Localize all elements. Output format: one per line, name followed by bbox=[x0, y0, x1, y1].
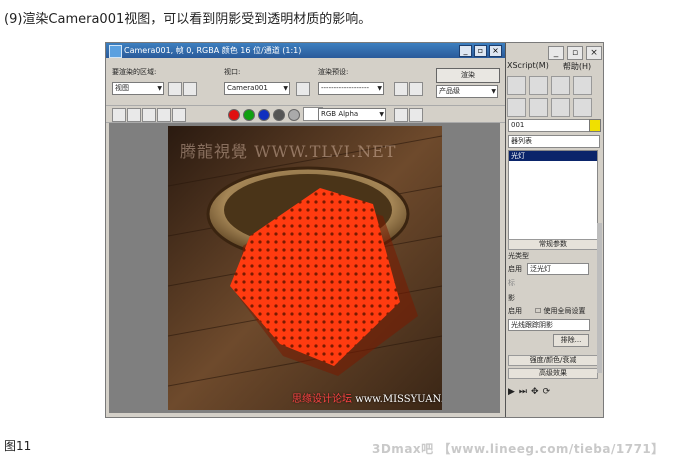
shadow-label: 影 bbox=[508, 294, 515, 302]
max-app-icon bbox=[109, 45, 122, 58]
preset-label: 渲染预设: bbox=[318, 68, 349, 76]
step-caption: (9)渲染Camera001视图，可以看到阴影受到透明材质的影响。 bbox=[4, 12, 372, 27]
clone-icon[interactable] bbox=[142, 108, 156, 122]
copy-icon[interactable] bbox=[127, 108, 141, 122]
play-icon[interactable]: ▶ bbox=[508, 387, 515, 397]
display-tab-icon[interactable] bbox=[573, 98, 592, 117]
footer-credit: 3Dmax吧 【www.lineeg.com/tieba/1771】 bbox=[372, 442, 664, 456]
green-channel-icon[interactable] bbox=[243, 109, 255, 121]
app-window-buttons: _ ▫ × bbox=[548, 46, 602, 60]
light-type-dropdown[interactable]: 泛光灯 bbox=[527, 263, 589, 275]
product-dropdown[interactable]: 产品级 ▼ bbox=[436, 85, 498, 98]
menu-script[interactable]: XScript(M) bbox=[507, 61, 549, 72]
modifier-stack[interactable]: 光灯 bbox=[508, 150, 598, 240]
use-global-label: 使用全局设置 bbox=[543, 307, 586, 315]
exclude-button[interactable]: 排除... bbox=[553, 334, 589, 347]
auto-region-icon[interactable] bbox=[183, 82, 197, 96]
render-frame-window: Camera001, 帧 0, RGBA 颜色 16 位/通道 (1:1) _ … bbox=[106, 43, 506, 417]
rollout-advanced[interactable]: 高级效果 bbox=[508, 368, 598, 379]
modify-tab-icon[interactable] bbox=[529, 98, 548, 117]
clear-icon[interactable] bbox=[172, 108, 186, 122]
modifier-stack-item[interactable]: 光灯 bbox=[509, 151, 597, 161]
preset-dropdown[interactable]: ------------------- ▼ bbox=[318, 82, 384, 95]
render-window-buttons: _ ▫ × bbox=[459, 45, 502, 57]
minimize-icon[interactable]: _ bbox=[548, 46, 564, 60]
lock-icon[interactable] bbox=[296, 82, 310, 96]
environment-icon[interactable] bbox=[409, 82, 423, 96]
next-frame-icon[interactable]: ⏭ bbox=[519, 387, 527, 397]
viewport-label: 视口: bbox=[224, 68, 241, 76]
figure-label: 图11 bbox=[4, 439, 32, 453]
menu-help[interactable]: 帮助(H) bbox=[563, 61, 591, 72]
close-icon[interactable]: × bbox=[489, 45, 502, 57]
channel-dropdown-value: RGB Alpha bbox=[321, 110, 359, 118]
max-screenshot: _ ▫ × XScript(M) 帮助(H) 001 器列表 光灯 常规参数 光… bbox=[105, 42, 604, 418]
area-label: 要渲染的区域: bbox=[112, 68, 157, 76]
quick-render-icon[interactable] bbox=[573, 76, 592, 95]
rendered-scene bbox=[168, 126, 442, 410]
teapot-icon[interactable] bbox=[529, 76, 548, 95]
restore-icon[interactable]: ▫ bbox=[567, 46, 583, 60]
render-setup-icon[interactable] bbox=[551, 76, 570, 95]
area-dropdown-value: 视图 bbox=[115, 84, 129, 92]
rendered-image: 腾龍視覺 WWW.TLVI.NET 思缘设计论坛 www.MISSYUAN.CO… bbox=[168, 126, 442, 410]
blue-channel-icon[interactable] bbox=[258, 109, 270, 121]
area-dropdown[interactable]: 视图 ▼ bbox=[112, 82, 164, 95]
chevron-down-icon: ▼ bbox=[379, 111, 384, 118]
watermark-bottom-url: www.MISSYUAN.COM bbox=[355, 394, 442, 405]
shadow-type-dropdown[interactable]: 光线跟踪阴影 bbox=[508, 319, 590, 331]
nav-controls: ▶ ⏭ ✥ ⟳ bbox=[508, 387, 550, 397]
minimize-icon[interactable]: _ bbox=[459, 45, 472, 57]
print-icon[interactable] bbox=[157, 108, 171, 122]
object-color-swatch[interactable] bbox=[589, 119, 601, 132]
mono-channel-icon[interactable] bbox=[288, 109, 300, 121]
light-type-label: 光类型 bbox=[508, 252, 529, 260]
watermark-bottom: 思缘设计论坛 www.MISSYUAN.COM bbox=[292, 390, 442, 405]
chevron-down-icon: ▼ bbox=[157, 85, 162, 92]
create-tab-icon[interactable] bbox=[507, 98, 526, 117]
frame-toolbar: RGB Alpha ▼ bbox=[106, 105, 505, 123]
motion-tab-icon[interactable] bbox=[551, 98, 570, 117]
pan-icon[interactable]: ✥ bbox=[531, 387, 539, 397]
watermark-top: 腾龍視覺 WWW.TLVI.NET bbox=[180, 142, 397, 161]
mono-display-icon[interactable] bbox=[409, 108, 423, 122]
object-name-field[interactable]: 001 bbox=[508, 119, 590, 132]
save-icon[interactable] bbox=[112, 108, 126, 122]
use-global-checkbox[interactable]: ☐ 使用全局设置 bbox=[535, 306, 586, 316]
select-icon[interactable] bbox=[507, 76, 526, 95]
maximize-icon[interactable]: ▫ bbox=[474, 45, 487, 57]
chevron-down-icon: ▼ bbox=[377, 85, 382, 92]
orbit-icon[interactable]: ⟳ bbox=[543, 387, 551, 397]
watermark-bottom-cn: 思缘设计论坛 bbox=[292, 394, 352, 405]
red-channel-icon[interactable] bbox=[228, 109, 240, 121]
chevron-down-icon: ▼ bbox=[283, 85, 288, 92]
command-tabs bbox=[507, 98, 592, 117]
render-setup-icon[interactable] bbox=[394, 82, 408, 96]
close-icon[interactable]: × bbox=[586, 46, 602, 60]
product-dropdown-value: 产品级 bbox=[439, 87, 460, 95]
display-alpha-icon[interactable] bbox=[394, 108, 408, 122]
viewport-dropdown-value: Camera001 bbox=[227, 84, 268, 92]
preset-dropdown-value: ------------------- bbox=[321, 84, 369, 92]
command-panel: _ ▫ × XScript(M) 帮助(H) 001 器列表 光灯 常规参数 光… bbox=[505, 43, 603, 417]
modifier-list-dropdown[interactable]: 器列表 bbox=[508, 135, 600, 148]
shadow-enable-label: 启用 bbox=[508, 307, 522, 315]
alpha-channel-icon[interactable] bbox=[273, 109, 285, 121]
rollout-intensity[interactable]: 强度/颜色/衰减 bbox=[508, 355, 598, 366]
render-viewport: 腾龍視覺 WWW.TLVI.NET 思缘设计论坛 www.MISSYUAN.CO… bbox=[109, 123, 500, 413]
target-label: 标 bbox=[508, 279, 515, 287]
panel-scrollbar[interactable] bbox=[597, 223, 602, 373]
render-window-title: Camera001, 帧 0, RGBA 颜色 16 位/通道 (1:1) bbox=[124, 46, 302, 55]
channel-dropdown[interactable]: RGB Alpha ▼ bbox=[318, 108, 386, 121]
menu-bar: XScript(M) 帮助(H) bbox=[507, 61, 591, 72]
light-enable-label: 启用 bbox=[508, 265, 522, 273]
rollout-general-params[interactable]: 常规参数 bbox=[508, 239, 598, 250]
render-button[interactable]: 渲染 bbox=[436, 68, 500, 83]
viewport-dropdown[interactable]: Camera001 ▼ bbox=[224, 82, 290, 95]
chevron-down-icon: ▼ bbox=[491, 88, 496, 95]
edit-region-icon[interactable] bbox=[168, 82, 182, 96]
toolbar-icons bbox=[507, 76, 592, 95]
render-window-titlebar: Camera001, 帧 0, RGBA 颜色 16 位/通道 (1:1) _ … bbox=[106, 43, 505, 58]
